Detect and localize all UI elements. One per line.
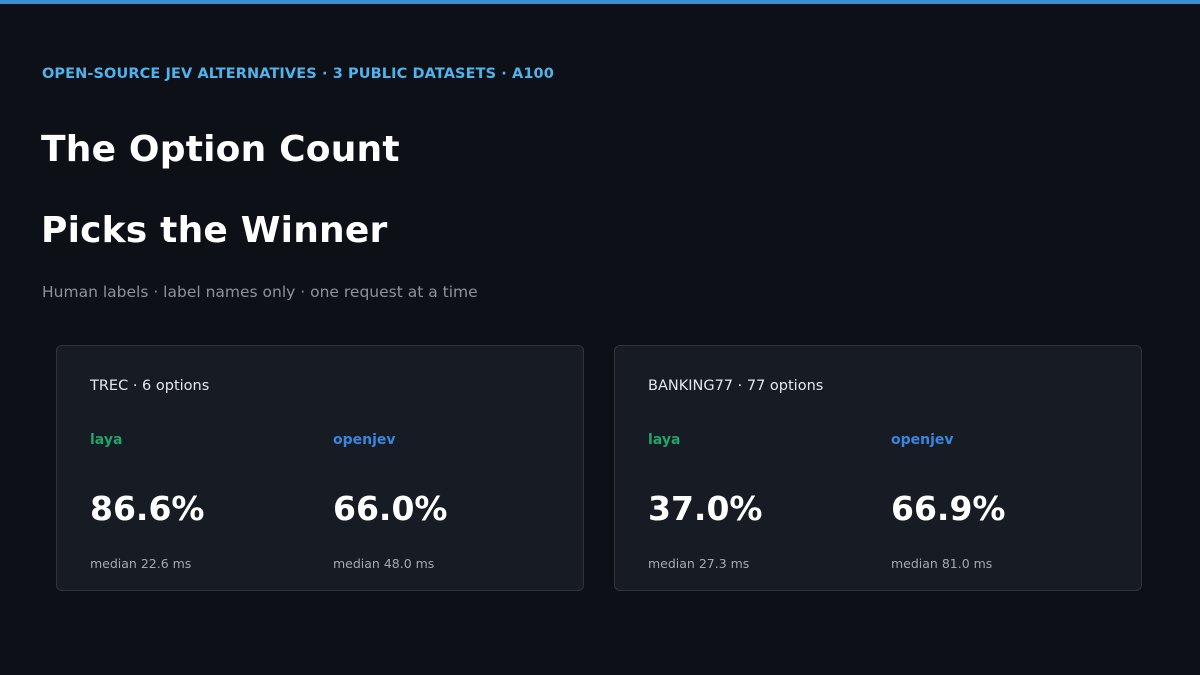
- page-subtitle: Human labels · label names only · one re…: [42, 283, 478, 301]
- latency-label: median 27.3 ms: [648, 556, 750, 571]
- model-name: openjev: [891, 432, 954, 448]
- accuracy-value: 66.0%: [333, 489, 448, 528]
- dataset-card-banking77: BANKING77 · 77 options laya 37.0% median…: [614, 345, 1142, 591]
- card-title: TREC · 6 options: [90, 378, 210, 394]
- accuracy-value: 37.0%: [648, 489, 763, 528]
- card-title: BANKING77 · 77 options: [648, 378, 824, 394]
- accuracy-value: 66.9%: [891, 489, 1006, 528]
- dataset-card-trec: TREC · 6 options laya 86.6% median 22.6 …: [56, 345, 584, 591]
- model-name: laya: [648, 432, 681, 448]
- latency-label: median 81.0 ms: [891, 556, 993, 571]
- accuracy-value: 86.6%: [90, 489, 205, 528]
- page-title-line-2: Picks the Winner: [41, 210, 388, 251]
- eyebrow-label: OPEN-SOURCE JEV ALTERNATIVES · 3 PUBLIC …: [42, 66, 554, 82]
- page-title-line-1: The Option Count: [41, 129, 400, 170]
- latency-label: median 48.0 ms: [333, 556, 435, 571]
- model-name: openjev: [333, 432, 396, 448]
- latency-label: median 22.6 ms: [90, 556, 192, 571]
- top-accent-bar: [0, 0, 1200, 4]
- model-name: laya: [90, 432, 123, 448]
